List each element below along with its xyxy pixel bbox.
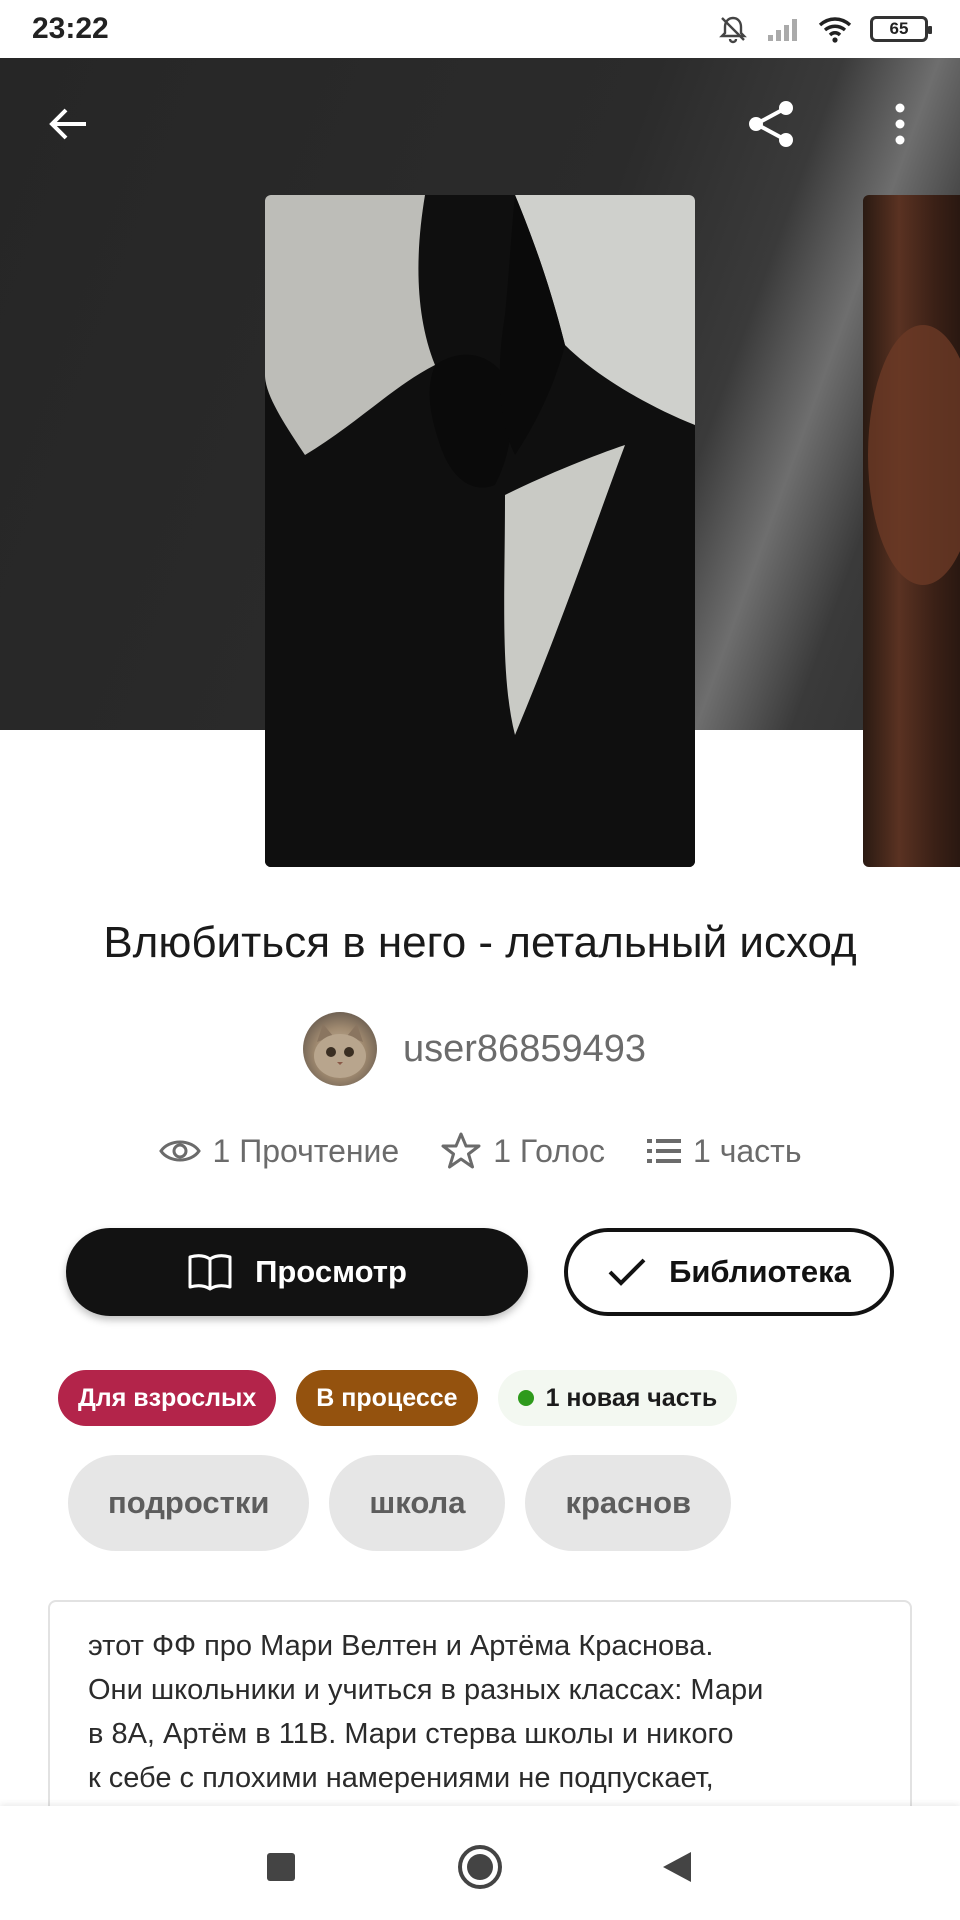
status-time: 23:22 — [32, 12, 109, 45]
battery-level: 65 — [889, 19, 909, 38]
status-icons: 65 — [718, 14, 932, 44]
more-vert-icon — [895, 103, 905, 145]
next-cover-portrait — [868, 325, 960, 585]
new-indicator-dot — [517, 1390, 534, 1406]
author-row[interactable]: user86859493 — [303, 1012, 646, 1086]
share-icon — [749, 101, 793, 147]
back-button[interactable] — [40, 96, 96, 152]
list-icon — [647, 1139, 681, 1163]
triangle-back-icon — [663, 1852, 691, 1882]
cat-avatar-illustration — [314, 1024, 366, 1078]
tag-chip[interactable]: краснов — [525, 1455, 732, 1551]
check-icon — [608, 1258, 646, 1286]
recents-button[interactable] — [256, 1842, 306, 1892]
tag-chip[interactable]: школа — [329, 1455, 506, 1551]
signal-icon — [768, 19, 797, 41]
status-bar: 23:22 65 — [0, 0, 960, 58]
tag-chip[interactable]: подростки — [68, 1455, 310, 1551]
share-button[interactable] — [744, 96, 800, 152]
new-parts-badge: 1 новая часть — [497, 1370, 738, 1426]
description-line: в 8А, Артём в 11В. Мари стерва школы и н… — [88, 1718, 734, 1750]
wifi-icon — [818, 17, 852, 43]
book-open-icon — [188, 1254, 232, 1291]
cover-silhouette-illustration — [265, 195, 695, 867]
square-icon — [267, 1853, 295, 1881]
tag-list: подростки школа краснов — [68, 1455, 732, 1551]
story-description[interactable]: этот ФФ про Мари Велтен и Артёма Краснов… — [48, 1600, 912, 1820]
bell-muted-icon — [719, 16, 747, 44]
description-line: этот ФФ про Мари Велтен и Артёма Краснов… — [88, 1630, 714, 1662]
story-stats: 1 Прочтение 1 Голос 1 часть — [0, 1132, 960, 1170]
votes-count: 1 Голос — [493, 1132, 605, 1169]
story-cover-image[interactable] — [265, 195, 695, 867]
library-button[interactable]: Библиотека — [564, 1228, 894, 1316]
next-story-cover[interactable] — [863, 195, 960, 867]
description-line: Они школьники и учиться в разных классах… — [88, 1674, 764, 1706]
story-badges: Для взрослых В процессе 1 новая часть — [58, 1370, 738, 1426]
view-button-label: Просмотр — [255, 1254, 407, 1289]
author-username[interactable]: user86859493 — [403, 1028, 646, 1071]
votes-stat: 1 Голос — [441, 1132, 605, 1170]
story-title: Влюбиться в него - летальный исход — [103, 918, 857, 967]
system-back-button[interactable] — [652, 1842, 702, 1892]
library-button-label: Библиотека — [669, 1254, 851, 1289]
new-parts-label: 1 новая часть — [545, 1383, 718, 1412]
home-button[interactable] — [455, 1842, 505, 1892]
mature-badge: Для взрослых — [58, 1370, 277, 1426]
reads-stat: 1 Прочтение — [158, 1132, 400, 1170]
more-options-button[interactable] — [872, 96, 928, 152]
battery-indicator: 65 — [870, 16, 932, 42]
back-arrow-icon — [49, 108, 86, 140]
status-badge: В процессе — [296, 1370, 478, 1426]
description-line: к себе с плохими намерениями не подпуска… — [88, 1762, 714, 1794]
eye-icon — [158, 1140, 201, 1162]
home-circle-icon — [458, 1845, 502, 1889]
system-navigation-bar — [0, 1806, 960, 1920]
avatar[interactable] — [303, 1012, 377, 1086]
parts-stat: 1 часть — [647, 1132, 801, 1170]
star-icon — [441, 1132, 481, 1169]
reads-count: 1 Прочтение — [212, 1132, 400, 1169]
view-button[interactable]: Просмотр — [66, 1228, 528, 1316]
parts-count: 1 часть — [693, 1132, 802, 1169]
